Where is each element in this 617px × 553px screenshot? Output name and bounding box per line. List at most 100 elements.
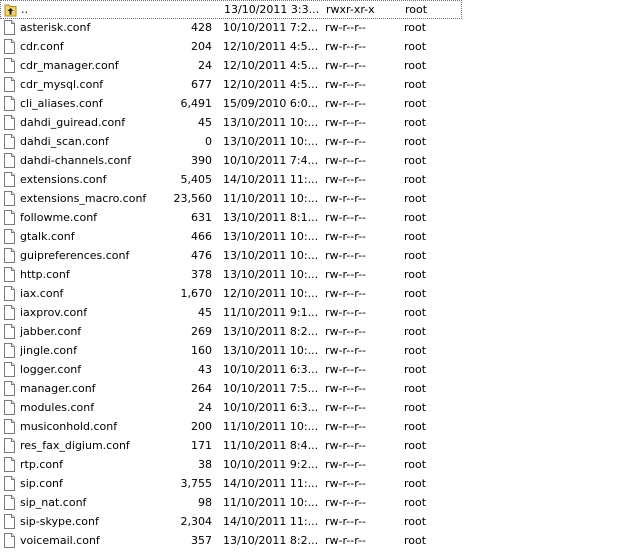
- file-icon: [3, 419, 16, 434]
- file-icon: [3, 58, 16, 73]
- file-row[interactable]: guipreferences.conf 476 13/10/2011 10:... r…: [0, 247, 462, 266]
- file-date: 12/10/2011 10:...: [223, 287, 317, 300]
- file-permissions: rw-r--r--: [325, 40, 367, 53]
- file-size: 200: [191, 420, 212, 433]
- parent-folder-icon: [4, 2, 17, 17]
- file-icon: [3, 324, 16, 339]
- file-icon: [3, 191, 16, 206]
- file-icon: [3, 96, 16, 111]
- file-icon: [3, 20, 16, 35]
- file-row[interactable]: res_fax_digium.conf 171 11/10/2011 8:4... r…: [0, 437, 462, 456]
- file-size: 2,304: [180, 515, 213, 528]
- file-size: 45: [198, 306, 212, 319]
- file-owner: root: [404, 97, 427, 110]
- file-date: 15/09/2010 6:0...: [223, 97, 317, 110]
- file-row[interactable]: modules.conf 24 10/10/2011 6:3... rw-r--r--…: [0, 399, 462, 418]
- file-size: 23,560: [173, 192, 213, 205]
- file-date: 11/10/2011 10:...: [223, 420, 317, 433]
- file-permissions: rwxr-xr-x: [326, 3, 375, 16]
- file-row[interactable]: rtp.conf 38 10/10/2011 9:2... rw-r--r-- root: [0, 456, 462, 475]
- file-owner: root: [404, 192, 427, 205]
- file-row[interactable]: manager.conf 264 10/10/2011 7:5... rw-r--r-…: [0, 380, 462, 399]
- file-icon: [3, 533, 16, 548]
- file-row[interactable]: sip_nat.conf 98 11/10/2011 10:... rw-r--r--…: [0, 494, 462, 513]
- file-row[interactable]: dahdi-channels.conf 390 10/10/2011 7:4... r…: [0, 152, 462, 171]
- file-icon: [3, 248, 16, 263]
- file-owner: root: [404, 401, 427, 414]
- file-icon: [3, 229, 16, 244]
- file-row[interactable]: gtalk.conf 466 13/10/2011 10:... rw-r--r-- r…: [0, 228, 462, 247]
- file-row[interactable]: cdr_manager.conf 24 12/10/2011 4:5... rw-r-…: [0, 57, 462, 76]
- file-date: 14/10/2011 11:...: [223, 173, 317, 186]
- file-date: 13/10/2011 3:3...: [224, 3, 318, 16]
- file-row[interactable]: jingle.conf 160 13/10/2011 10:... rw-r--r--…: [0, 342, 462, 361]
- file-size: 24: [198, 401, 212, 414]
- file-owner: root: [404, 458, 427, 471]
- file-icon: [3, 172, 16, 187]
- file-permissions: rw-r--r--: [325, 97, 367, 110]
- file-date: 13/10/2011 10:...: [223, 249, 317, 262]
- file-size: 204: [191, 40, 212, 53]
- file-row[interactable]: dahdi_guiread.conf 45 13/10/2011 10:... rw-…: [0, 114, 462, 133]
- file-icon: [3, 77, 16, 92]
- file-row[interactable]: iax.conf 1,670 12/10/2011 10:... rw-r--r-- r…: [0, 285, 462, 304]
- file-permissions: rw-r--r--: [325, 154, 367, 167]
- file-row[interactable]: followme.conf 631 13/10/2011 8:1... rw-r--r…: [0, 209, 462, 228]
- file-size: 24: [198, 59, 212, 72]
- file-icon: [3, 134, 16, 149]
- file-size: 390: [191, 154, 212, 167]
- file-row[interactable]: extensions.conf 5,405 14/10/2011 11:... rw-…: [0, 171, 462, 190]
- file-size: 38: [198, 458, 212, 471]
- file-row[interactable]: logger.conf 43 10/10/2011 6:3... rw-r--r-- r…: [0, 361, 462, 380]
- file-size: 0: [205, 135, 212, 148]
- file-icon: [3, 400, 16, 415]
- file-permissions: rw-r--r--: [325, 287, 367, 300]
- file-row[interactable]: http.conf 378 13/10/2011 10:... rw-r--r-- ro…: [0, 266, 462, 285]
- file-permissions: rw-r--r--: [325, 173, 367, 186]
- file-date: 13/10/2011 8:2...: [223, 325, 317, 338]
- file-size: 6,491: [180, 97, 213, 110]
- file-permissions: rw-r--r--: [325, 192, 367, 205]
- file-row[interactable]: cli_aliases.conf 6,491 15/09/2010 6:0... rw…: [0, 95, 462, 114]
- file-row[interactable]: voicemail.conf 357 13/10/2011 8:2... rw-r--…: [0, 532, 462, 551]
- file-owner: root: [404, 287, 427, 300]
- file-date: 11/10/2011 8:4...: [223, 439, 317, 452]
- file-permissions: rw-r--r--: [325, 534, 367, 547]
- file-row[interactable]: cdr.conf 204 12/10/2011 4:5... rw-r--r-- roo…: [0, 38, 462, 57]
- file-date: 13/10/2011 10:...: [223, 135, 317, 148]
- file-size: 466: [191, 230, 212, 243]
- file-row[interactable]: sip.conf 3,755 14/10/2011 11:... rw-r--r-- r…: [0, 475, 462, 494]
- file-owner: root: [404, 477, 427, 490]
- file-date: 10/10/2011 7:5...: [223, 382, 317, 395]
- file-size: 269: [191, 325, 212, 338]
- parent-directory-row[interactable]: .. 13/10/2011 3:3... rwxr-xr-x root: [0, 0, 462, 19]
- file-row[interactable]: cdr_mysql.conf 677 12/10/2011 4:5... rw-r--…: [0, 76, 462, 95]
- file-owner: root: [404, 344, 427, 357]
- file-owner: root: [404, 173, 427, 186]
- file-owner: root: [404, 534, 427, 547]
- file-row[interactable]: iaxprov.conf 45 11/10/2011 9:1... rw-r--r--…: [0, 304, 462, 323]
- file-row[interactable]: extensions_macro.conf 23,560 11/10/2011 10…: [0, 190, 462, 209]
- file-date: 13/10/2011 8:1...: [223, 211, 317, 224]
- file-row[interactable]: asterisk.conf 428 10/10/2011 7:2... rw-r--r…: [0, 19, 462, 38]
- file-owner: root: [404, 249, 427, 262]
- file-size: 98: [198, 496, 212, 509]
- file-permissions: rw-r--r--: [325, 382, 367, 395]
- file-owner: root: [404, 154, 427, 167]
- file-row[interactable]: musiconhold.conf 200 11/10/2011 10:... rw-r…: [0, 418, 462, 437]
- file-owner: root: [404, 382, 427, 395]
- file-date: 12/10/2011 4:5...: [223, 59, 317, 72]
- file-row[interactable]: jabber.conf 269 13/10/2011 8:2... rw-r--r--…: [0, 323, 462, 342]
- file-icon: [3, 362, 16, 377]
- file-row[interactable]: sip-skype.conf 2,304 14/10/2011 11:... rw-r…: [0, 513, 462, 532]
- file-permissions: rw-r--r--: [325, 268, 367, 281]
- file-row[interactable]: dahdi_scan.conf 0 13/10/2011 10:... rw-r--r…: [0, 133, 462, 152]
- file-permissions: rw-r--r--: [325, 344, 367, 357]
- file-owner: root: [404, 135, 427, 148]
- file-permissions: rw-r--r--: [325, 439, 367, 452]
- file-permissions: rw-r--r--: [325, 496, 367, 509]
- file-size: 43: [198, 363, 212, 376]
- file-list: .. 13/10/2011 3:3... rwxr-xr-x root asterisk…: [0, 0, 617, 553]
- file-icon: [3, 381, 16, 396]
- file-permissions: rw-r--r--: [325, 401, 367, 414]
